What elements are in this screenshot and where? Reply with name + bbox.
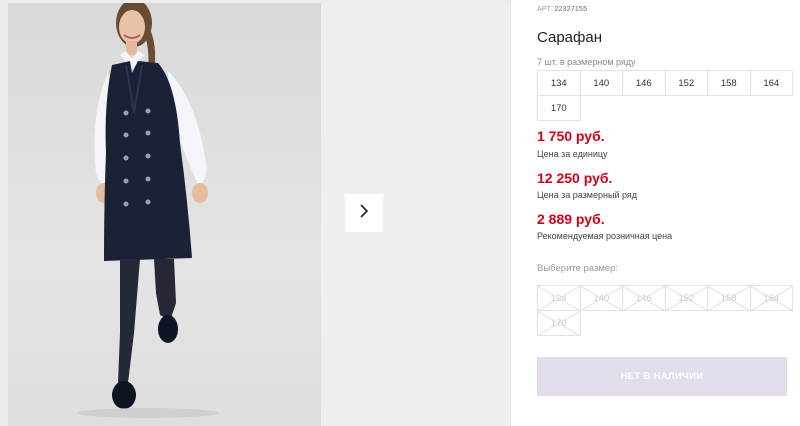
article-code: 22327155 <box>554 6 588 13</box>
size-picker: 134 140 146 152 158 164 170 <box>537 285 793 336</box>
size-range-cell: 134 <box>538 71 581 96</box>
size-range-table: 134 140 146 152 158 164 170 <box>537 70 793 121</box>
unit-price-label: Цена за единицу <box>537 149 608 159</box>
size-range-cell: 164 <box>750 71 793 96</box>
size-range-price-label: Цена за размерный ряд <box>537 190 638 200</box>
chevron-right-icon <box>357 203 371 224</box>
article-number: АРТ. 22327155 <box>537 6 587 13</box>
size-option[interactable]: 158 <box>708 286 751 311</box>
size-range-cell: 146 <box>623 71 666 96</box>
panel-divider <box>510 0 511 426</box>
size-picker-label: Выберите размер: <box>537 263 619 274</box>
article-label: АРТ. <box>537 6 553 13</box>
retail-price: 2 889 руб. <box>537 211 605 227</box>
product-title: Сарафан <box>537 29 602 46</box>
size-range-caption: 7 шт. в размерном ряду <box>537 57 636 67</box>
out-of-stock-button[interactable]: НЕТ В НАЛИЧИИ <box>537 357 787 396</box>
size-option[interactable]: 134 <box>538 286 581 311</box>
size-range-cell: 158 <box>708 71 751 96</box>
size-option[interactable]: 152 <box>665 286 708 311</box>
size-option[interactable]: 164 <box>750 286 793 311</box>
size-range-cell: 152 <box>665 71 708 96</box>
size-range-cell: 140 <box>580 71 623 96</box>
size-option[interactable]: 140 <box>580 286 623 311</box>
product-gallery <box>0 0 510 426</box>
retail-price-label: Рекомендуемая розничная цена <box>537 231 673 241</box>
product-photo[interactable] <box>8 3 321 426</box>
gallery-next-button[interactable] <box>345 194 383 232</box>
product-photo-illustration <box>78 3 218 418</box>
size-range-cell: 170 <box>538 96 581 121</box>
size-range-price: 12 250 руб. <box>537 170 613 186</box>
unit-price: 1 750 руб. <box>537 128 605 144</box>
size-option[interactable]: 146 <box>623 286 666 311</box>
size-option[interactable]: 170 <box>538 311 581 336</box>
